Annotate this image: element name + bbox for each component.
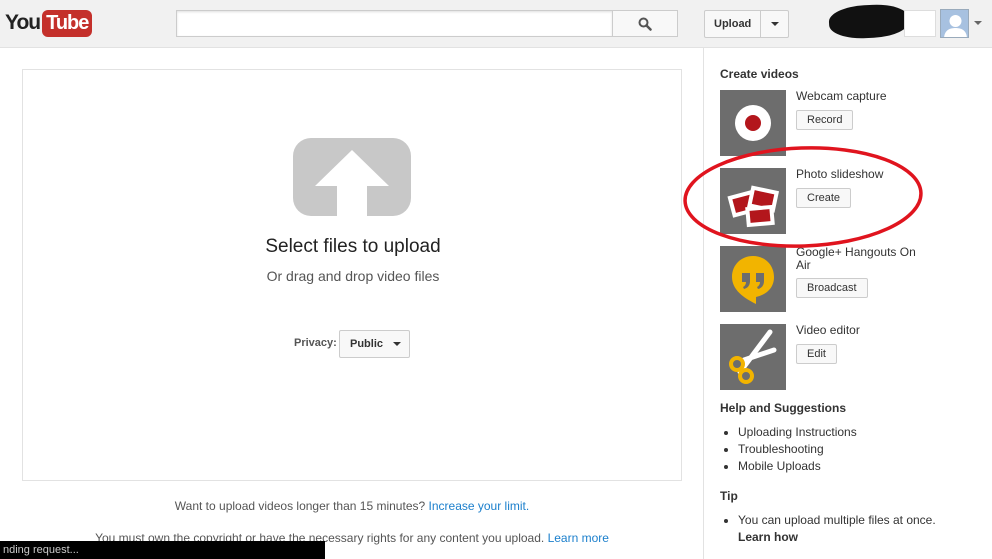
tool-name: Google+ Hangouts On Air xyxy=(796,245,916,272)
tip-item: You can upload multiple files at once. L… xyxy=(720,512,980,546)
privacy-select[interactable]: Public xyxy=(339,330,410,358)
tool-webcam-capture: Webcam capture Record xyxy=(720,90,980,156)
upload-arrow-icon[interactable] xyxy=(293,138,411,216)
account-menu-chevron-icon[interactable] xyxy=(974,21,982,25)
tool-photo-slideshow: Photo slideshow Create xyxy=(720,168,980,234)
upload-label: Upload xyxy=(714,18,752,30)
broadcast-button[interactable]: Broadcast xyxy=(796,278,868,298)
tool-name: Video editor xyxy=(796,323,860,337)
help-heading: Help and Suggestions xyxy=(720,401,847,415)
photos-icon[interactable] xyxy=(720,168,786,234)
help-link-troubleshooting[interactable]: Troubleshooting xyxy=(720,441,857,458)
search-icon xyxy=(638,17,652,31)
user-silhouette-icon xyxy=(944,15,967,37)
avatar[interactable] xyxy=(940,9,969,38)
chevron-down-icon xyxy=(770,22,779,26)
search-button[interactable] xyxy=(612,10,678,37)
record-button[interactable]: Record xyxy=(796,110,854,130)
browser-status-bar: nding request... xyxy=(0,541,325,559)
logo-tube: Tube xyxy=(42,9,93,37)
scissors-icon[interactable] xyxy=(720,324,786,390)
record-icon[interactable] xyxy=(720,90,786,156)
search-input[interactable] xyxy=(176,10,613,37)
tool-hangouts-on-air: Google+ Hangouts On Air Broadcast xyxy=(720,246,980,312)
tool-name: Webcam capture xyxy=(796,89,887,103)
privacy-label: Privacy: xyxy=(294,337,337,349)
logo-you: You xyxy=(5,11,41,34)
tool-name: Photo slideshow xyxy=(796,167,884,181)
upload-menu-button[interactable] xyxy=(760,11,788,37)
upload-dropzone[interactable]: Select files to upload Or drag and drop … xyxy=(22,69,682,481)
tip-heading: Tip xyxy=(720,489,738,503)
tip-text: You can upload multiple files at once. xyxy=(738,513,936,527)
help-links-list: Uploading Instructions Troubleshooting M… xyxy=(720,424,857,475)
notifications-box[interactable] xyxy=(904,10,936,37)
help-link-mobile[interactable]: Mobile Uploads xyxy=(720,458,857,475)
hangouts-icon[interactable] xyxy=(720,246,786,312)
chevron-down-icon xyxy=(393,342,402,346)
help-link-uploading[interactable]: Uploading Instructions xyxy=(720,424,857,441)
edit-button[interactable]: Edit xyxy=(796,344,837,364)
longer-videos-text: Want to upload videos longer than 15 min… xyxy=(174,499,426,513)
learn-more-link[interactable]: Learn more xyxy=(548,531,609,545)
longer-videos-note: Want to upload videos longer than 15 min… xyxy=(0,499,704,513)
create-videos-heading: Create videos xyxy=(720,67,799,81)
select-files-heading[interactable]: Select files to upload xyxy=(23,236,683,258)
sidebar: Create videos Webcam capture Record Phot… xyxy=(703,48,992,559)
tool-video-editor: Video editor Edit xyxy=(720,324,980,390)
increase-limit-link[interactable]: Increase your limit. xyxy=(429,499,530,513)
masthead: You Tube Upload xyxy=(0,0,992,48)
drag-drop-hint: Or drag and drop video files xyxy=(266,268,440,284)
tip-list: You can upload multiple files at once. L… xyxy=(720,512,980,546)
learn-how-link[interactable]: Learn how xyxy=(738,529,980,546)
upload-button[interactable]: Upload xyxy=(704,10,790,38)
privacy-value: Public xyxy=(350,338,384,350)
create-button[interactable]: Create xyxy=(796,188,852,208)
youtube-logo[interactable]: You Tube xyxy=(5,9,93,37)
redacted-username xyxy=(828,2,910,41)
